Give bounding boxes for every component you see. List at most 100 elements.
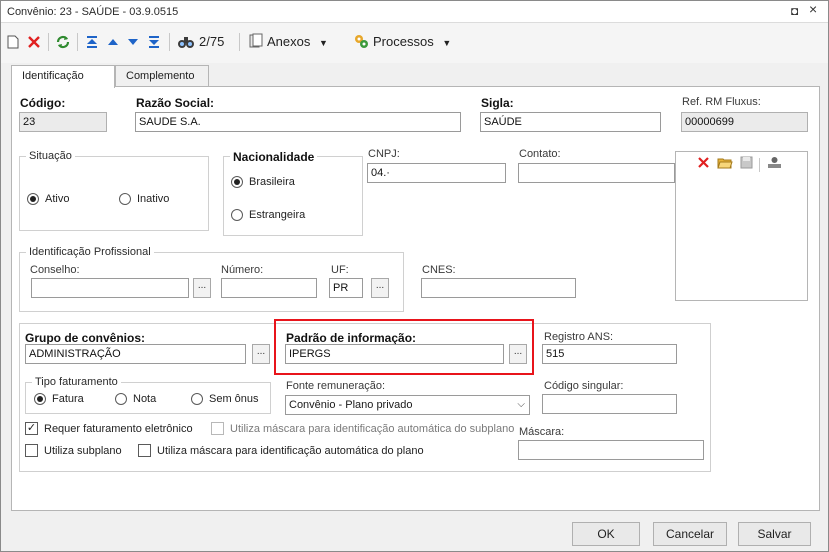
radio-label: Estrangeira <box>249 209 306 221</box>
tipo-faturamento-title: Tipo faturamento <box>32 376 121 388</box>
tab-complemento[interactable]: Complemento <box>115 65 209 87</box>
razao-social-label: Razão Social: <box>136 96 215 110</box>
conselho-label: Conselho: <box>30 264 80 276</box>
chevron-down-icon: ⌵ <box>517 399 525 410</box>
checkbox-label: Utiliza máscara para identificação autom… <box>230 422 515 435</box>
refresh-icon[interactable] <box>55 31 71 53</box>
next-icon[interactable] <box>127 31 139 53</box>
tipo-fatura-radio[interactable]: Fatura <box>34 393 84 405</box>
mascara-label: Máscara: <box>519 426 565 438</box>
first-icon[interactable] <box>85 31 99 53</box>
checkmark-icon: ✓ <box>25 422 38 435</box>
open-folder-icon[interactable] <box>717 156 733 172</box>
radio-empty-icon <box>191 393 203 405</box>
cancel-button[interactable]: Cancelar <box>653 522 727 546</box>
toolbar-separator <box>48 33 49 51</box>
checkbox-label: Utiliza máscara para identificação autom… <box>157 444 424 457</box>
scanner-icon[interactable] <box>767 156 782 172</box>
checkbox-empty-icon <box>25 444 38 457</box>
close-icon[interactable]: × <box>809 2 817 16</box>
nacionalidade-brasileira-radio[interactable]: Brasileira <box>231 176 295 188</box>
codigo-singular-field[interactable] <box>542 394 677 414</box>
codigo-singular-label: Código singular: <box>544 380 624 392</box>
radio-selected-icon <box>34 393 46 405</box>
toolbar: 2/75 Anexos ▼ Processos ▼ <box>1 23 828 63</box>
fonte-label: Fonte remuneração: <box>286 380 386 392</box>
record-position: 2/75 <box>199 34 225 49</box>
toolbar-separator <box>239 33 240 51</box>
contato-field[interactable] <box>518 163 675 183</box>
restore-icon[interactable]: ◘ <box>791 5 798 17</box>
uf-field[interactable]: PR <box>329 278 363 298</box>
cnpj-field[interactable]: 04.· <box>367 163 506 183</box>
situacao-ativo-radio[interactable]: Ativo <box>27 193 69 205</box>
registro-ans-label: Registro ANS: <box>544 331 614 343</box>
ref-rm-label: Ref. RM Fluxus: <box>682 96 761 108</box>
razao-social-field[interactable]: SAUDE S.A. <box>135 112 461 132</box>
toolbar-separator <box>759 158 760 172</box>
ok-button[interactable]: OK <box>572 522 640 546</box>
anexos-menu[interactable]: Anexos ▼ <box>249 31 328 53</box>
cnes-label: CNES: <box>422 264 456 276</box>
delete-icon[interactable] <box>697 156 710 172</box>
codigo-label: Código: <box>20 96 66 110</box>
mascara-subplano-checkbox[interactable]: Utiliza máscara para identificação autom… <box>211 422 514 435</box>
attachments-icon <box>249 33 263 48</box>
grupo-lookup-button[interactable]: ... <box>252 344 270 364</box>
save-icon[interactable] <box>740 156 753 172</box>
identificacao-profissional-title: Identificação Profissional <box>26 246 154 258</box>
situacao-inativo-radio[interactable]: Inativo <box>119 193 169 205</box>
radio-selected-icon <box>231 176 243 188</box>
toolbar-separator <box>169 33 170 51</box>
radio-empty-icon <box>231 209 243 221</box>
uf-label: UF: <box>331 264 349 276</box>
mascara-plano-checkbox[interactable]: Utiliza máscara para identificação autom… <box>138 444 424 457</box>
radio-label: Sem ônus <box>209 393 259 405</box>
toolbar-separator <box>77 33 78 51</box>
last-icon[interactable] <box>147 31 161 53</box>
conselho-lookup-button[interactable]: ... <box>193 278 211 298</box>
previous-icon[interactable] <box>107 31 119 53</box>
uf-lookup-button[interactable]: ... <box>371 278 389 298</box>
ref-rm-field[interactable]: 00000699 <box>681 112 808 132</box>
delete-icon[interactable] <box>27 31 41 53</box>
sigla-field[interactable]: SAÚDE <box>480 112 661 132</box>
sigla-label: Sigla: <box>481 96 514 110</box>
nacionalidade-title: Nacionalidade <box>230 150 318 164</box>
new-icon[interactable] <box>7 31 19 53</box>
situacao-title: Situação <box>26 150 75 162</box>
tipo-nota-radio[interactable]: Nota <box>115 393 156 405</box>
requer-faturamento-checkbox[interactable]: ✓ Requer faturamento eletrônico <box>25 422 193 435</box>
tab-identificacao[interactable]: Identificação <box>11 65 115 88</box>
tipo-sem-onus-radio[interactable]: Sem ônus <box>191 393 259 405</box>
numero-label: Número: <box>221 264 264 276</box>
grupo-field[interactable]: ADMINISTRAÇÃO <box>25 344 246 364</box>
chevron-down-icon: ▼ <box>442 38 452 48</box>
radio-label: Inativo <box>137 193 170 205</box>
fonte-select[interactable]: Convênio - Plano privado ⌵ <box>285 395 530 415</box>
title-bar: Convênio: 23 - SAÚDE - 03.9.0515 ◘ × <box>1 1 828 23</box>
grupo-label: Grupo de convênios: <box>25 331 146 345</box>
utiliza-subplano-checkbox[interactable]: Utiliza subplano <box>25 444 122 457</box>
numero-field[interactable] <box>221 278 317 298</box>
registro-ans-field[interactable]: 515 <box>542 344 677 364</box>
find-icon[interactable] <box>177 31 195 53</box>
processos-label: Processos <box>373 34 434 49</box>
processes-icon <box>355 35 368 48</box>
processos-menu[interactable]: Processos ▼ <box>353 31 451 53</box>
nacionalidade-group: Nacionalidade <box>223 150 363 236</box>
radio-empty-icon <box>115 393 127 405</box>
chevron-down-icon: ▼ <box>319 38 328 48</box>
codigo-field[interactable]: 23 <box>19 112 107 132</box>
checkbox-empty-icon <box>138 444 151 457</box>
cnes-field[interactable] <box>421 278 576 298</box>
fonte-selected-value: Convênio - Plano privado <box>289 399 413 411</box>
nacionalidade-estrangeira-radio[interactable]: Estrangeira <box>231 209 305 221</box>
conselho-field[interactable] <box>31 278 189 298</box>
window-title: Convênio: 23 - SAÚDE - 03.9.0515 <box>7 6 179 18</box>
padrao-highlight-box <box>274 319 534 375</box>
mascara-field[interactable] <box>518 440 704 460</box>
document-panel[interactable] <box>675 151 808 301</box>
save-button[interactable]: Salvar <box>738 522 811 546</box>
radio-label: Nota <box>133 393 157 405</box>
